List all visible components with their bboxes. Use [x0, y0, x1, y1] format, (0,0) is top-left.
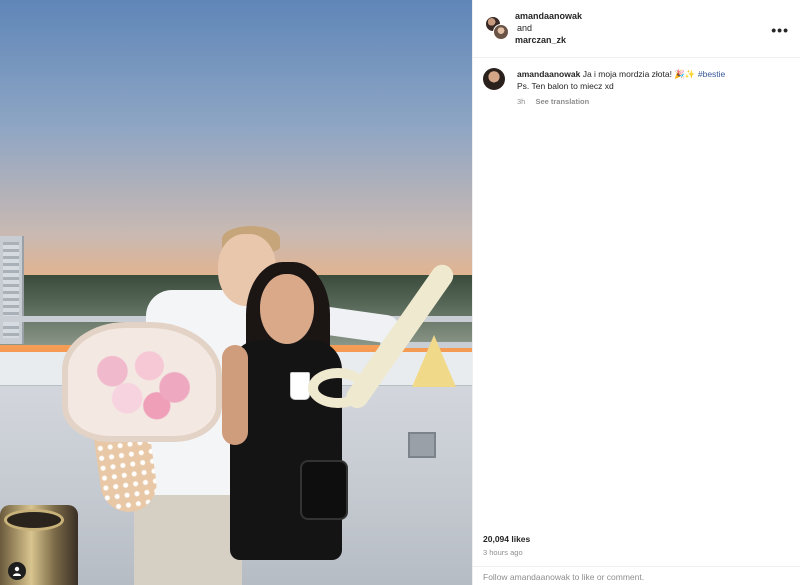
username-link[interactable]: amandaanowak	[515, 10, 582, 22]
caption-body: amandaanowak Ja i moja mordzia złota! 🎉✨…	[517, 68, 787, 108]
woman-face	[260, 274, 314, 344]
vase-rim	[4, 509, 64, 531]
avatar[interactable]	[483, 68, 505, 90]
balloon-handle	[308, 368, 368, 408]
hashtag-link[interactable]: #bestie	[698, 69, 725, 79]
caption-meta: 3h See translation	[517, 96, 787, 108]
user-tag-icon[interactable]	[8, 562, 26, 580]
collab-avatars[interactable]	[485, 16, 509, 40]
woman-arm	[222, 345, 248, 445]
avatar	[493, 24, 509, 40]
username-link[interactable]: marczan_zk	[515, 34, 582, 46]
post-header: amandaanowak and marczan_zk •••	[473, 0, 800, 58]
post-footer: Follow amandaanowak to like or comment.	[473, 566, 800, 585]
ellipsis-icon[interactable]: •••	[771, 22, 789, 38]
flower-bouquet	[62, 322, 222, 442]
post-side-panel: amandaanowak and marczan_zk ••• amandaan…	[472, 0, 800, 585]
wall-box	[408, 432, 436, 458]
caption-text: Ja i moja mordzia złota! 🎉✨	[582, 69, 696, 79]
post-photo[interactable]	[0, 0, 472, 585]
user-tag-glyph	[13, 566, 21, 576]
follow-prompt[interactable]: Follow amandaanowak to like or comment.	[483, 572, 644, 582]
and-label: and	[517, 23, 533, 33]
bunting-flag	[412, 335, 456, 387]
caption-username[interactable]: amandaanowak	[517, 69, 580, 79]
paper-cup	[290, 372, 310, 400]
tower-building	[0, 236, 24, 344]
handbag	[300, 460, 348, 520]
see-translation-button[interactable]: See translation	[535, 97, 589, 106]
collab-usernames: amandaanowak and marczan_zk	[515, 10, 582, 46]
likes-count[interactable]: 20,094 likes	[483, 534, 530, 544]
post-timestamp: 3 hours ago	[483, 548, 523, 557]
caption-time: 3h	[517, 97, 526, 106]
caption-line2: Ps. Ten balon to miecz xd	[517, 81, 614, 91]
